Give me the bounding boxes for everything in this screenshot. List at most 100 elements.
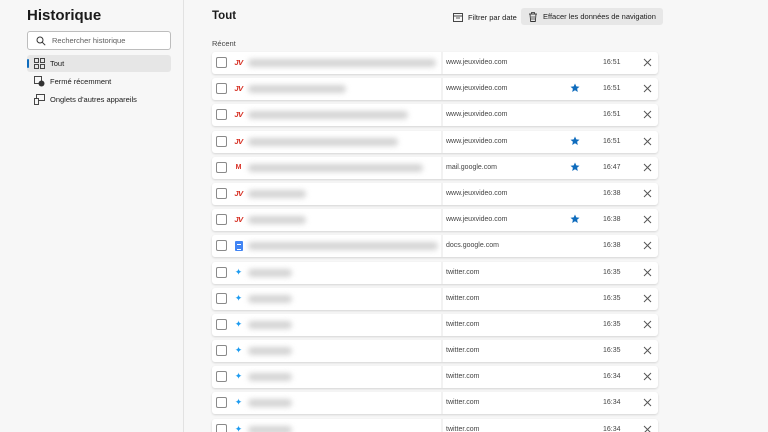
history-row[interactable]: JV www.jeuxvideo.com 16:51	[212, 104, 658, 127]
row-checkbox[interactable]	[216, 423, 227, 432]
history-row[interactable]: JV www.jeuxvideo.com 16:38	[212, 182, 658, 205]
clear-browsing-data-button[interactable]: Effacer les données de navigation	[521, 8, 663, 25]
history-row[interactable]: JV www.jeuxvideo.com 16:51	[212, 52, 658, 74]
sidebar-item-all[interactable]: Tout	[27, 55, 171, 72]
jeuxvideo-favicon-icon: JV	[234, 84, 243, 94]
remove-entry-close-icon[interactable]	[642, 240, 653, 251]
favorite-star-icon[interactable]	[570, 83, 580, 93]
row-checkbox[interactable]	[216, 83, 227, 95]
page-title: Tout	[212, 10, 237, 22]
page-title-redacted[interactable]	[248, 189, 306, 198]
trash-icon	[529, 11, 537, 22]
row-checkbox[interactable]	[216, 397, 227, 409]
row-domain: www.jeuxvideo.com	[446, 111, 508, 119]
row-time: 16:38	[603, 242, 621, 250]
remove-entry-close-icon[interactable]	[642, 424, 653, 432]
sidebar-item-recently-closed[interactable]: Fermé récemment	[27, 73, 171, 90]
row-checkbox[interactable]	[216, 109, 227, 121]
page-title-redacted[interactable]	[248, 85, 346, 94]
history-row[interactable]: Mmail.google.com 16:47	[212, 156, 658, 179]
page-title-redacted[interactable]	[248, 137, 398, 146]
history-row[interactable]: JV www.jeuxvideo.com 16:51	[212, 130, 658, 153]
row-divider	[441, 78, 443, 101]
row-divider	[441, 52, 443, 74]
page-title-redacted[interactable]	[248, 320, 292, 329]
row-checkbox[interactable]	[216, 161, 227, 173]
favorite-star-icon[interactable]	[570, 162, 580, 172]
page-title-redacted[interactable]	[248, 373, 292, 382]
row-checkbox[interactable]	[216, 371, 227, 383]
page-title-redacted[interactable]	[248, 242, 438, 251]
row-checkbox[interactable]	[216, 214, 227, 226]
row-checkbox[interactable]	[216, 57, 227, 68]
page-title-redacted[interactable]	[248, 425, 292, 432]
page-title-redacted[interactable]	[248, 216, 306, 225]
page-title-redacted[interactable]	[248, 347, 292, 356]
row-time: 16:38	[603, 189, 621, 197]
history-row[interactable]: docs.google.com 16:38	[212, 235, 658, 258]
history-row[interactable]: JV www.jeuxvideo.com 16:51	[212, 78, 658, 101]
page-title-redacted[interactable]	[248, 268, 292, 277]
remove-entry-close-icon[interactable]	[642, 319, 653, 330]
remove-entry-close-icon[interactable]	[642, 162, 653, 173]
remove-entry-close-icon[interactable]	[642, 267, 653, 278]
page-title-redacted[interactable]	[248, 294, 292, 303]
row-checkbox[interactable]	[216, 187, 227, 199]
history-row[interactable]: ✦ twitter.com 16:35	[212, 340, 658, 363]
history-row[interactable]: ✦ twitter.com 16:35	[212, 313, 658, 336]
remove-entry-close-icon[interactable]	[642, 83, 653, 94]
page-title-redacted[interactable]	[248, 59, 436, 67]
search-box[interactable]	[27, 31, 171, 50]
jeuxvideo-favicon-icon: JV	[234, 110, 243, 120]
history-row[interactable]: ✦ twitter.com 16:35	[212, 261, 658, 284]
row-time: 16:51	[603, 137, 621, 145]
remove-entry-close-icon[interactable]	[642, 214, 653, 225]
row-domain: twitter.com	[446, 399, 480, 407]
gmail-favicon-icon: M	[235, 163, 242, 171]
row-divider	[441, 130, 443, 153]
row-checkbox[interactable]	[216, 135, 227, 147]
filter-by-date-button[interactable]: Filtrer par date	[449, 9, 521, 25]
section-label-recent: Récent	[212, 39, 236, 48]
row-checkbox[interactable]	[216, 266, 227, 278]
twitter-favicon-icon: ✦	[234, 345, 243, 356]
twitter-favicon-icon: ✦	[234, 292, 243, 303]
page-title-redacted[interactable]	[248, 111, 408, 120]
remove-entry-close-icon[interactable]	[642, 345, 653, 356]
history-row[interactable]: ✦ twitter.com 16:34	[212, 418, 658, 432]
remove-entry-close-icon[interactable]	[642, 136, 653, 147]
row-checkbox[interactable]	[216, 318, 227, 330]
row-time: 16:34	[603, 373, 621, 381]
row-checkbox[interactable]	[216, 292, 227, 304]
remove-entry-close-icon[interactable]	[642, 293, 653, 304]
remove-entry-close-icon[interactable]	[642, 57, 653, 68]
remove-entry-close-icon[interactable]	[642, 188, 653, 199]
row-domain: twitter.com	[446, 294, 480, 302]
row-domain: www.jeuxvideo.com	[446, 137, 508, 145]
row-domain: www.jeuxvideo.com	[446, 189, 508, 197]
page-title-redacted[interactable]	[248, 163, 423, 172]
remove-entry-close-icon[interactable]	[642, 371, 653, 382]
calendar-icon	[453, 13, 463, 22]
remove-entry-close-icon[interactable]	[642, 397, 653, 408]
page-title-redacted[interactable]	[248, 399, 292, 408]
search-input[interactable]	[52, 34, 166, 47]
sidebar-nav: Tout Fermé récemment Onglets d'autres ap…	[27, 55, 171, 109]
favorite-star-icon[interactable]	[570, 214, 580, 224]
row-checkbox[interactable]	[216, 240, 227, 252]
row-divider	[441, 340, 443, 363]
sidebar-item-other-devices[interactable]: Onglets d'autres appareils	[27, 91, 171, 108]
sidebar-item-label: Tout	[50, 59, 65, 68]
history-row[interactable]: ✦ twitter.com 16:34	[212, 366, 658, 389]
twitter-favicon-icon: ✦	[234, 318, 243, 329]
history-row[interactable]: ✦ twitter.com 16:34	[212, 392, 658, 415]
row-checkbox[interactable]	[216, 345, 227, 357]
row-time: 16:51	[603, 111, 621, 119]
history-row[interactable]: JV www.jeuxvideo.com 16:38	[212, 209, 658, 232]
row-time: 16:35	[603, 320, 621, 328]
favorite-star-icon[interactable]	[570, 136, 580, 146]
clear-browsing-data-label: Effacer les données de navigation	[543, 12, 656, 21]
remove-entry-close-icon[interactable]	[642, 109, 653, 120]
history-row[interactable]: ✦ twitter.com 16:35	[212, 287, 658, 310]
app-title: Historique	[27, 7, 102, 24]
